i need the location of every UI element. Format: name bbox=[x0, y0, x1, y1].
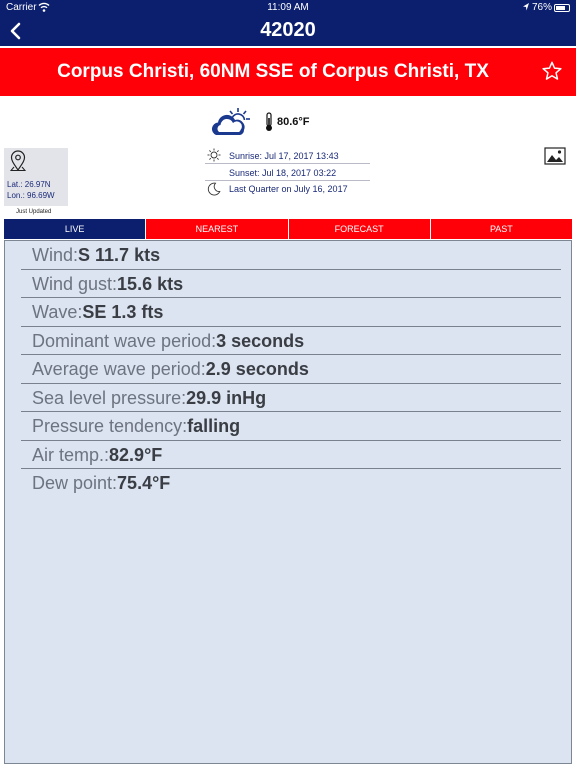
battery-percent: 76% bbox=[532, 2, 553, 13]
observation-label: Pressure tendency: bbox=[32, 416, 188, 436]
observation-label: Dominant wave period: bbox=[32, 330, 217, 351]
observation-value: S 11.7 kts bbox=[78, 245, 161, 265]
observation-value: 15.6 kts bbox=[117, 273, 184, 294]
moon-icon bbox=[207, 182, 221, 196]
longitude: Lon.: 96.69W bbox=[7, 191, 55, 200]
map-pin-icon bbox=[9, 150, 27, 172]
observation-value: 82.9°F bbox=[109, 444, 163, 465]
tab-nearest[interactable]: NEAREST bbox=[145, 219, 288, 239]
observation-row-sea-level-pressure: Sea level pressure:29.9 inHg bbox=[21, 384, 561, 412]
partly-cloudy-icon bbox=[211, 108, 250, 135]
tab-forecast[interactable]: FORECAST bbox=[287, 219, 430, 239]
current-temperature: 80.6°F bbox=[277, 116, 310, 128]
location-arrow-icon bbox=[523, 3, 529, 11]
sunrise-time: Sunrise: Jul 17, 2017 13:43 bbox=[229, 151, 339, 161]
sun-moon-info: Sunrise: Jul 17, 2017 13:43 Sunset: Jul … bbox=[205, 147, 370, 197]
observation-label: Sea level pressure: bbox=[32, 387, 187, 408]
observation-row-dominant-wave-period: Dominant wave period:3 seconds bbox=[21, 327, 561, 355]
location-box[interactable]: Lat.: 26.97N Lon.: 96.69W bbox=[4, 148, 68, 206]
sun-icon bbox=[207, 148, 221, 162]
observation-row-air-temp: Air temp.:82.9°F bbox=[21, 441, 561, 469]
observation-value: falling bbox=[187, 416, 241, 436]
sunrise-row: Sunrise: Jul 17, 2017 13:43 bbox=[205, 147, 370, 164]
observation-value: 75.4°F bbox=[117, 473, 171, 493]
observation-value: 2.9 seconds bbox=[205, 359, 309, 379]
observation-row-pressure-tendency: Pressure tendency:falling bbox=[21, 412, 561, 441]
update-status: Just Updated bbox=[16, 209, 52, 215]
status-bar: Carrier 11:09 AM 76% bbox=[0, 0, 576, 16]
observation-label: Air temp.: bbox=[32, 444, 110, 465]
observation-row-dew-point: Dew point:75.4°F bbox=[21, 469, 561, 497]
tab-bar: LIVE NEAREST FORECAST PAST bbox=[4, 219, 572, 239]
moon-phase: Last Quarter on July 16, 2017 bbox=[229, 184, 348, 194]
observation-label: Dew point: bbox=[32, 473, 118, 493]
observation-row-average-wave-period: Average wave period:2.9 seconds bbox=[21, 355, 561, 384]
favorite-star-icon[interactable] bbox=[541, 60, 563, 82]
sunset-time: Sunset: Jul 18, 2017 03:22 bbox=[229, 168, 337, 178]
observation-label: Wind: bbox=[32, 245, 79, 265]
observation-value: 3 seconds bbox=[216, 330, 305, 351]
moon-row: Last Quarter on July 16, 2017 bbox=[205, 181, 370, 197]
observation-value: SE 1.3 fts bbox=[82, 302, 164, 322]
page-title: 42020 bbox=[260, 19, 316, 41]
station-name: Corpus Christi, 60NM SSE of Corpus Chris… bbox=[57, 61, 489, 82]
observation-label: Average wave period: bbox=[32, 359, 206, 379]
sunset-row: Sunset: Jul 18, 2017 03:22 bbox=[205, 164, 370, 181]
image-icon[interactable] bbox=[544, 147, 566, 165]
battery-icon bbox=[554, 4, 570, 12]
observation-value: 29.9 inHg bbox=[186, 387, 267, 408]
clock: 11:09 AM bbox=[267, 2, 309, 13]
observation-row-wave: Wave:SE 1.3 fts bbox=[21, 298, 561, 327]
nav-bar: 42020 bbox=[0, 16, 576, 46]
latitude: Lat.: 26.97N bbox=[7, 180, 51, 189]
observations-panel: Wind:S 11.7 kts Wind gust:15.6 kts Wave:… bbox=[4, 240, 572, 764]
observation-row-wind-gust: Wind gust:15.6 kts bbox=[21, 270, 561, 298]
thermometer-icon bbox=[266, 112, 272, 131]
observation-label: Wind gust: bbox=[32, 273, 118, 294]
observation-row-wind: Wind:S 11.7 kts bbox=[21, 241, 561, 270]
tab-live[interactable]: LIVE bbox=[4, 219, 146, 239]
tab-past[interactable]: PAST bbox=[429, 219, 572, 239]
station-header: Corpus Christi, 60NM SSE of Corpus Chris… bbox=[0, 48, 576, 96]
observation-label: Wave: bbox=[32, 302, 83, 322]
